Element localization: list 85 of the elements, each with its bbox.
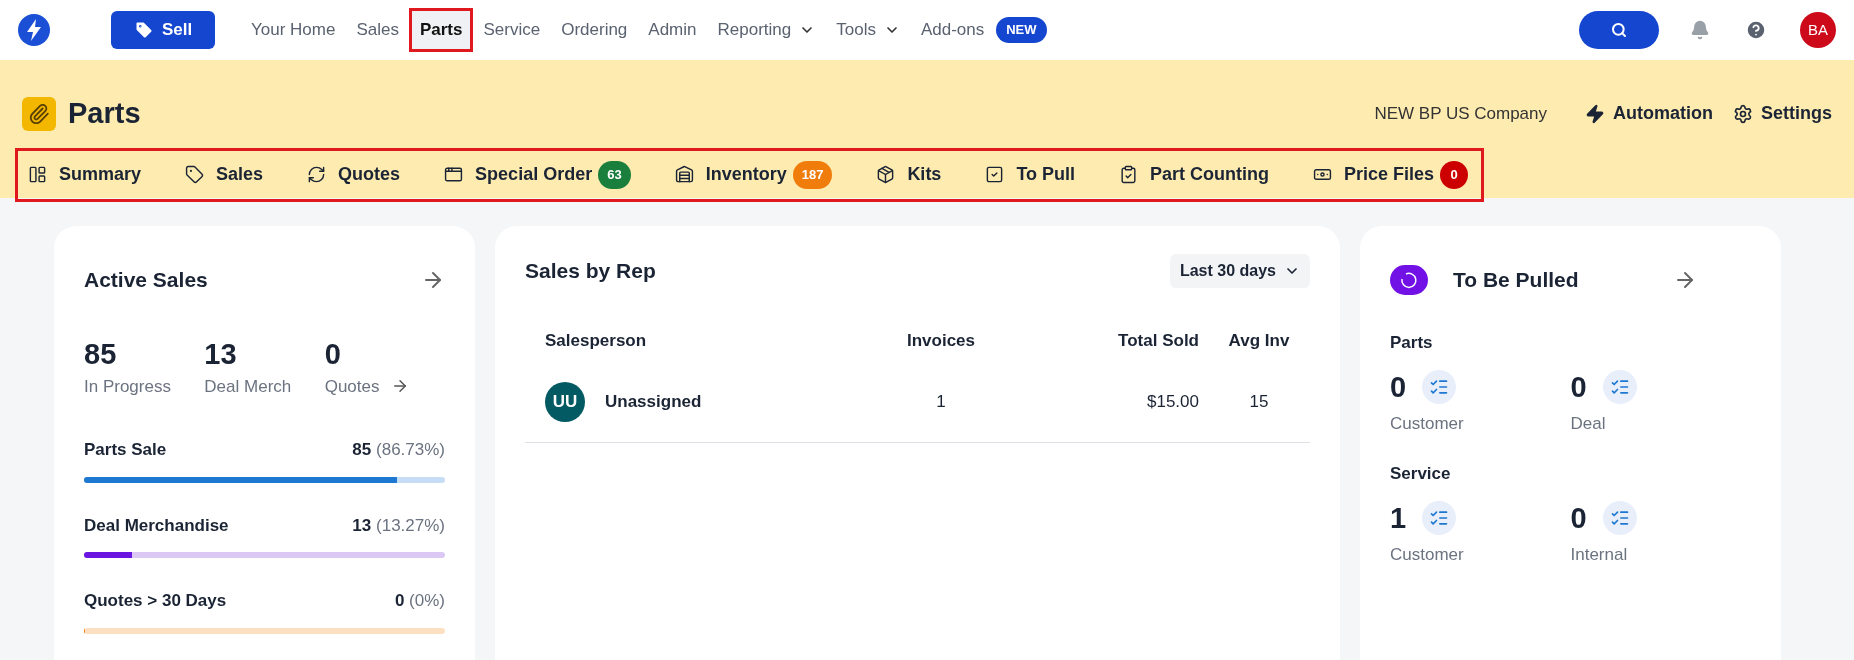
count-badge: 63	[598, 160, 631, 189]
checklist-icon[interactable]	[1602, 370, 1637, 404]
stat-value: 13	[204, 336, 238, 372]
card-title: Active Sales	[84, 267, 208, 293]
tag-icon	[133, 20, 154, 40]
group-title: Service	[1390, 463, 1451, 483]
bar-count: 13 (13.27%)	[352, 514, 445, 537]
tab[interactable]: To Pull	[985, 161, 1076, 188]
tab[interactable]: Summary	[28, 161, 142, 188]
table-cell-text: 15	[1248, 390, 1270, 413]
pull-tab-icon	[985, 165, 1005, 184]
user-avatar[interactable]: BA	[1800, 12, 1836, 48]
column-header: Salesperson	[545, 330, 648, 352]
kits-tab-icon	[876, 165, 896, 184]
stat-label: Deal Merch	[204, 375, 292, 398]
lightning-icon	[1585, 103, 1605, 124]
column-header: Avg Inv	[1227, 330, 1291, 352]
count-value: 0	[1390, 370, 1407, 405]
inventory-tab-icon	[674, 165, 694, 184]
settings-button[interactable]: Settings	[1733, 100, 1832, 128]
column-header: Invoices	[905, 330, 976, 352]
tab[interactable]: Quotes	[307, 161, 401, 188]
summary-tab-icon	[28, 165, 47, 184]
paperclip-icon	[22, 96, 56, 131]
bar-label: Parts Sale	[84, 439, 167, 461]
tab[interactable]: Price Files	[1313, 161, 1435, 188]
sell-button[interactable]: Sell	[111, 11, 215, 49]
checklist-icon[interactable]	[1602, 501, 1637, 535]
new-badge: NEW	[996, 17, 1047, 43]
tab[interactable]: Special Order	[444, 161, 593, 188]
card-title: To Be Pulled	[1453, 267, 1579, 293]
tab[interactable]: Part Counting	[1119, 161, 1270, 188]
search-icon	[1611, 22, 1627, 38]
card-title: Sales by Rep	[525, 258, 656, 285]
count-label: Customer	[1390, 413, 1465, 435]
date-range-dropdown[interactable]: Last 30 days	[1169, 254, 1310, 288]
bell-icon[interactable]	[1690, 20, 1710, 40]
stat-label: In Progress	[84, 375, 171, 398]
special-tab-icon	[444, 165, 464, 184]
nav-link[interactable]: Ordering	[553, 11, 636, 49]
count-value: 0	[1570, 501, 1587, 536]
logo-icon[interactable]	[18, 14, 50, 46]
help-icon[interactable]	[1745, 19, 1767, 41]
nav-link[interactable]: Your Home	[243, 11, 344, 49]
table-cell-text: $15.00	[1146, 390, 1199, 413]
company-name: NEW BP US Company	[1374, 103, 1547, 125]
group-title: Parts	[1390, 332, 1433, 352]
stat-value: 85	[84, 336, 118, 372]
gear-icon	[1733, 103, 1753, 124]
bar-label: Deal Merchandise	[84, 514, 229, 537]
checklist-icon[interactable]	[1422, 370, 1457, 404]
nav-link[interactable]: Reporting	[709, 11, 824, 49]
counting-tab-icon	[1119, 165, 1139, 184]
bar-label: Quotes > 30 Days	[84, 590, 227, 612]
column-header: Total Sold	[1117, 330, 1199, 352]
nav-link[interactable]: Service	[475, 11, 549, 49]
avatar: UU	[545, 381, 585, 422]
search-button[interactable]	[1579, 11, 1659, 49]
automation-button[interactable]: Automation	[1585, 100, 1713, 128]
page-title: Parts	[68, 96, 141, 131]
spinner-icon	[1390, 264, 1428, 295]
checklist-icon[interactable]	[1422, 501, 1457, 535]
stat-value: 0	[324, 336, 342, 372]
nav-link[interactable]: Tools	[828, 11, 908, 49]
stat-label: Quotes	[324, 375, 380, 398]
count-badge: 0	[1440, 160, 1469, 189]
count-value: 1	[1390, 501, 1407, 536]
nav-link[interactable]: Parts	[411, 11, 471, 49]
tab[interactable]: Sales	[185, 161, 264, 188]
count-value: 0	[1570, 370, 1587, 405]
quotes-tab-icon	[307, 165, 327, 184]
count-label: Deal	[1570, 413, 1607, 435]
tab[interactable]: Kits	[876, 161, 942, 188]
bar-count: 85 (86.73%)	[352, 439, 445, 461]
sales-tab-icon	[185, 165, 205, 184]
salesperson-name: Unassigned	[605, 390, 702, 413]
count-badge: 187	[792, 160, 833, 189]
tab[interactable]: Inventory	[674, 161, 787, 188]
count-label: Internal	[1570, 544, 1629, 566]
nav-link[interactable]: Admin	[640, 11, 705, 49]
table-cell-text: 1	[935, 390, 947, 413]
bar-count: 0 (0%)	[394, 590, 445, 612]
count-label: Customer	[1390, 544, 1465, 566]
nav-link[interactable]: Sales	[348, 11, 407, 49]
nav-link[interactable]: Add-ons	[912, 11, 993, 49]
